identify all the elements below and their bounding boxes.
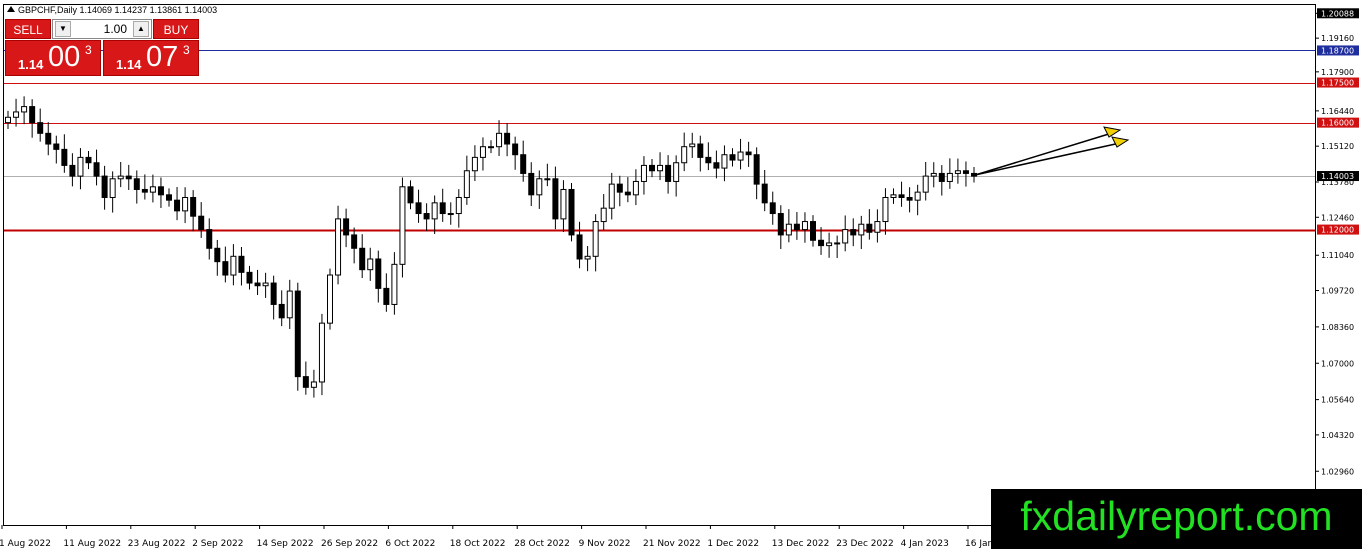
x-tick-label: 26 Sep 2022: [321, 539, 378, 549]
symbol-line: GBPCHF,Daily 1.14069 1.14237 1.13861 1.1…: [18, 5, 217, 15]
lot-value[interactable]: 1.00: [73, 20, 131, 38]
y-tick-label: 1.19160: [1321, 34, 1354, 43]
y-tick-label: 1.16440: [1321, 107, 1354, 116]
level-price-label: 1.12000: [1321, 226, 1354, 235]
watermark-banner: fxdailyreport.com: [991, 489, 1362, 549]
x-tick-label: 14 Sep 2022: [257, 539, 314, 549]
sell-price-prefix: 1.14: [18, 57, 44, 72]
x-tick-label: 6 Oct 2022: [385, 539, 435, 549]
sell-button[interactable]: SELL: [5, 19, 51, 39]
y-tick-label: 1.08360: [1321, 323, 1354, 332]
candle: [399, 177, 406, 278]
x-tick-label: 23 Aug 2022: [128, 539, 186, 549]
symbol-header: GBPCHF,Daily 1.14069 1.14237 1.13861 1.1…: [7, 5, 217, 15]
y-tick-label: 1.04320: [1321, 431, 1354, 440]
candle: [568, 183, 575, 242]
y-tick-label: 1.07000: [1321, 359, 1354, 368]
y-tick-label: 1.02960: [1321, 467, 1354, 476]
x-tick-label: 1 Dec 2022: [707, 539, 759, 549]
x-tick-label: 23 Dec 2022: [836, 539, 894, 549]
level-price-label: 1.14003: [1321, 172, 1354, 181]
x-tick-label: 13 Dec 2022: [772, 539, 830, 549]
lot-size-input[interactable]: ▼ 1.00 ▲: [52, 19, 152, 39]
y-tick-label: 1.09720: [1321, 287, 1354, 296]
buy-price-pips: 07: [146, 41, 179, 73]
level-price-label: 1.18700: [1321, 46, 1354, 55]
level-price-label: 1.20088: [1321, 9, 1354, 18]
x-tick-label: 16 Jan: [965, 539, 993, 549]
y-tick-label: 1.11040: [1321, 251, 1354, 260]
candle: [327, 268, 333, 330]
x-tick-label: 11 Aug 2022: [63, 539, 121, 549]
chart-area[interactable]: 1.200881.191601.179001.164401.151201.137…: [0, 0, 1362, 554]
buy-price-button[interactable]: 1.14 07 3: [103, 40, 199, 76]
x-tick-label: 28 Oct 2022: [514, 539, 570, 549]
y-tick-label: 1.05640: [1321, 396, 1354, 405]
level-price-label: 1.16000: [1321, 119, 1354, 128]
candle: [294, 282, 301, 391]
buy-button[interactable]: BUY: [153, 19, 199, 39]
watermark-text: fxdailyreport.com: [1020, 493, 1333, 539]
lot-decrease-icon[interactable]: ▼: [55, 21, 71, 37]
x-tick-label: 4 Jan 2023: [901, 539, 949, 549]
lot-increase-icon[interactable]: ▲: [133, 21, 149, 37]
x-tick-label: 21 Nov 2022: [643, 539, 701, 549]
one-click-trading-panel: SELL ▼ 1.00 ▲ BUY 1.14 00 3 1.14 07 3: [5, 19, 199, 76]
x-tick-label: 2 Sep 2022: [192, 539, 243, 549]
buy-price-prefix: 1.14: [116, 57, 142, 72]
sell-price-button[interactable]: 1.14 00 3: [5, 40, 101, 76]
sell-price-fraction: 3: [85, 43, 92, 57]
x-tick-label: 9 Nov 2022: [579, 539, 631, 549]
level-price-label: 1.17500: [1321, 79, 1354, 88]
y-tick-label: 1.12460: [1321, 213, 1354, 222]
buy-price-fraction: 3: [183, 43, 190, 57]
y-tick-label: 1.15120: [1321, 142, 1354, 151]
sell-price-pips: 00: [48, 41, 81, 73]
x-tick-label: 1 Aug 2022: [0, 539, 51, 549]
y-tick-label: 1.17900: [1321, 68, 1354, 77]
x-tick-label: 18 Oct 2022: [450, 539, 506, 549]
